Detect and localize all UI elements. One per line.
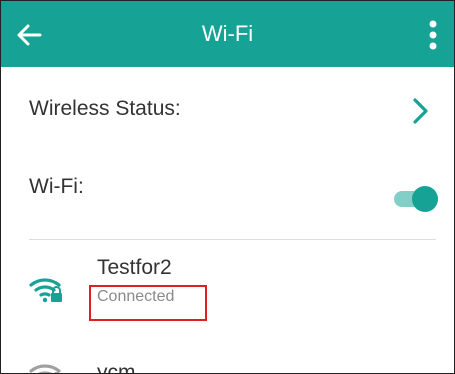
divider: [29, 239, 436, 240]
wifi-settings-screen: Wi-Fi Wireless Status: Wi-Fi: Testfor2 C…: [0, 0, 455, 374]
wifi-toggle[interactable]: [392, 185, 438, 212]
toggle-thumb: [412, 186, 438, 212]
network-name: Testfor2: [97, 256, 172, 279]
network-item-testfor2[interactable]: Testfor2 Connected: [1, 241, 454, 341]
network-name: ycm: [97, 361, 136, 374]
more-vert-icon: [429, 20, 437, 50]
connection-status: Connected: [89, 285, 207, 321]
wifi-lock-icon: [29, 278, 62, 303]
wifi-label: Wi-Fi:: [29, 175, 84, 198]
wireless-status-row[interactable]: Wireless Status:: [1, 67, 454, 155]
wireless-status-label: Wireless Status:: [29, 97, 181, 120]
wifi-lock-icon: [29, 364, 61, 373]
wifi-toggle-row: Wi-Fi:: [1, 155, 454, 239]
chevron-right-icon: [413, 98, 428, 124]
network-item-ycm[interactable]: ycm: [1, 341, 454, 374]
app-bar: Wi-Fi: [1, 1, 454, 67]
page-title: Wi-Fi: [201, 21, 254, 46]
more-options-button[interactable]: [418, 15, 448, 55]
